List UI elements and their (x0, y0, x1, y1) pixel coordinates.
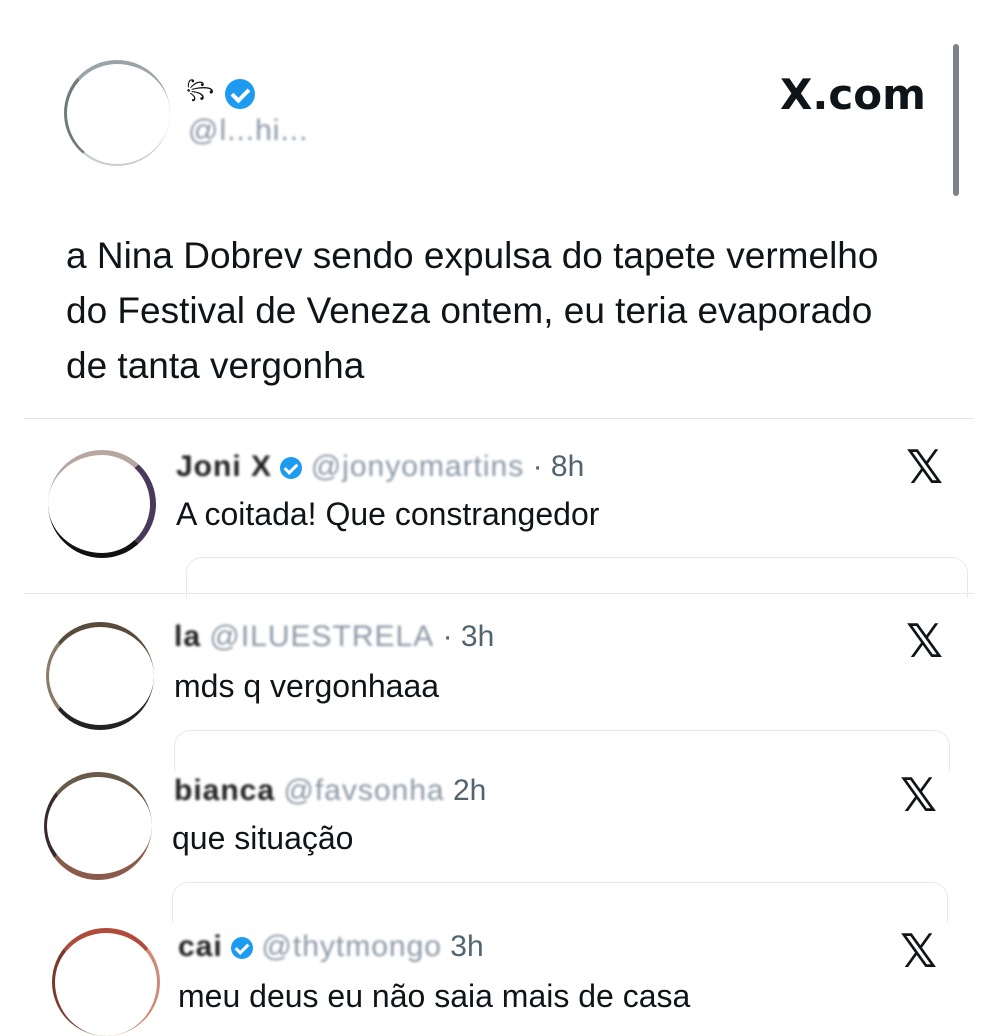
card-edge (186, 557, 968, 598)
reply-divider (24, 593, 974, 594)
x-logo-icon: 𝕏 (906, 614, 944, 668)
post-text-line: do Festival de Veneza ontem, eu teria ev… (66, 290, 873, 331)
reply-author-name[interactable]: Joni X (176, 450, 272, 483)
card-edge (172, 882, 948, 923)
reply-text: A coitada! Que constrangedor (176, 496, 600, 532)
brand-logo: X.com (780, 70, 926, 119)
reply-time[interactable]: 2h (453, 774, 486, 807)
x-logo-icon: 𝕏 (900, 924, 938, 978)
x-logo-icon: 𝕏 (906, 440, 944, 494)
reply-author-handle[interactable]: @ILUESTRELA (209, 620, 434, 653)
reply-avatar[interactable] (48, 450, 156, 558)
author-display-name[interactable]: ꧂ (186, 79, 214, 99)
post-divider (24, 418, 974, 419)
reply-time[interactable]: 3h (450, 930, 483, 963)
verified-badge-icon (280, 457, 303, 480)
verified-badge-icon (231, 937, 254, 960)
scrollbar[interactable] (953, 44, 959, 196)
author-avatar[interactable] (64, 60, 170, 166)
reply-meta: cai @thytmongo 3h (178, 930, 484, 964)
reply-avatar[interactable] (46, 622, 154, 730)
reply-text: que situação (172, 820, 354, 856)
reply-author-name[interactable]: cai (178, 930, 223, 963)
author-handle[interactable]: @l...hi... (188, 114, 328, 154)
card-edge (174, 730, 950, 771)
post-text-line: a Nina Dobrev sendo expulsa do tapete ve… (66, 235, 879, 276)
x-logo-icon: 𝕏 (900, 768, 938, 822)
reply-avatar[interactable] (52, 928, 160, 1036)
reply-time[interactable]: · 8h (533, 450, 585, 483)
reply-meta: la @ILUESTRELA · 3h (174, 620, 494, 654)
reply-author-handle[interactable]: @thytmongo (261, 930, 442, 963)
reply-text: meu deus eu não saia mais de casa (178, 978, 691, 1014)
reply-author-handle[interactable]: @favsonha (283, 774, 444, 807)
verified-badge-icon (224, 79, 255, 109)
reply-author-handle[interactable]: @jonyomartins (311, 450, 525, 483)
reply-meta: bianca @favsonha 2h (174, 774, 486, 808)
reply-text: mds q vergonhaaa (174, 668, 440, 704)
post-text: a Nina Dobrev sendo expulsa do tapete ve… (66, 228, 878, 393)
reply-author-name[interactable]: bianca (174, 774, 275, 807)
reply-time[interactable]: · 3h (443, 620, 495, 653)
post-text-line: de tanta vergonha (66, 345, 365, 386)
reply-meta: Joni X @jonyomartins · 8h (176, 450, 584, 484)
author-name-row: ꧂ (186, 76, 255, 110)
reply-avatar[interactable] (44, 772, 152, 880)
reply-author-name[interactable]: la (174, 620, 201, 653)
